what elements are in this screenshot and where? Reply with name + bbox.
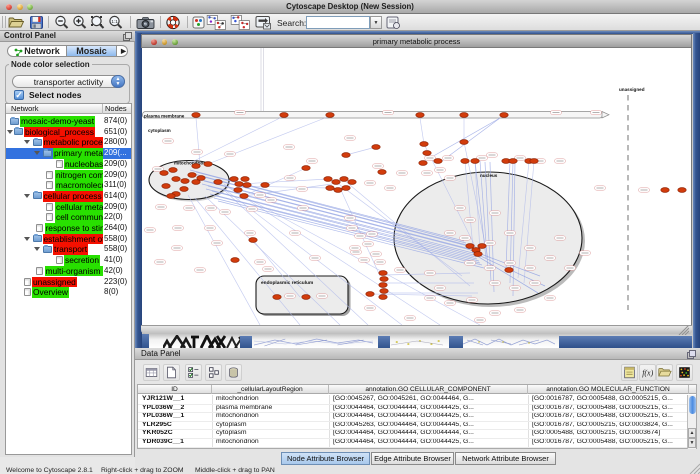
svg-text:plasma membrane: plasma membrane bbox=[144, 114, 185, 119]
svg-text:endoplasmic reticulum: endoplasmic reticulum bbox=[261, 280, 313, 286]
svg-text:nucleus: nucleus bbox=[480, 173, 498, 178]
svg-text:mitochondrion: mitochondrion bbox=[174, 161, 206, 166]
svg-text:1:1: 1:1 bbox=[111, 19, 118, 24]
svg-text:f(x): f(x) bbox=[642, 369, 653, 378]
svg-text:cytoplasm: cytoplasm bbox=[148, 128, 171, 133]
svg-text:unassigned: unassigned bbox=[619, 87, 645, 92]
